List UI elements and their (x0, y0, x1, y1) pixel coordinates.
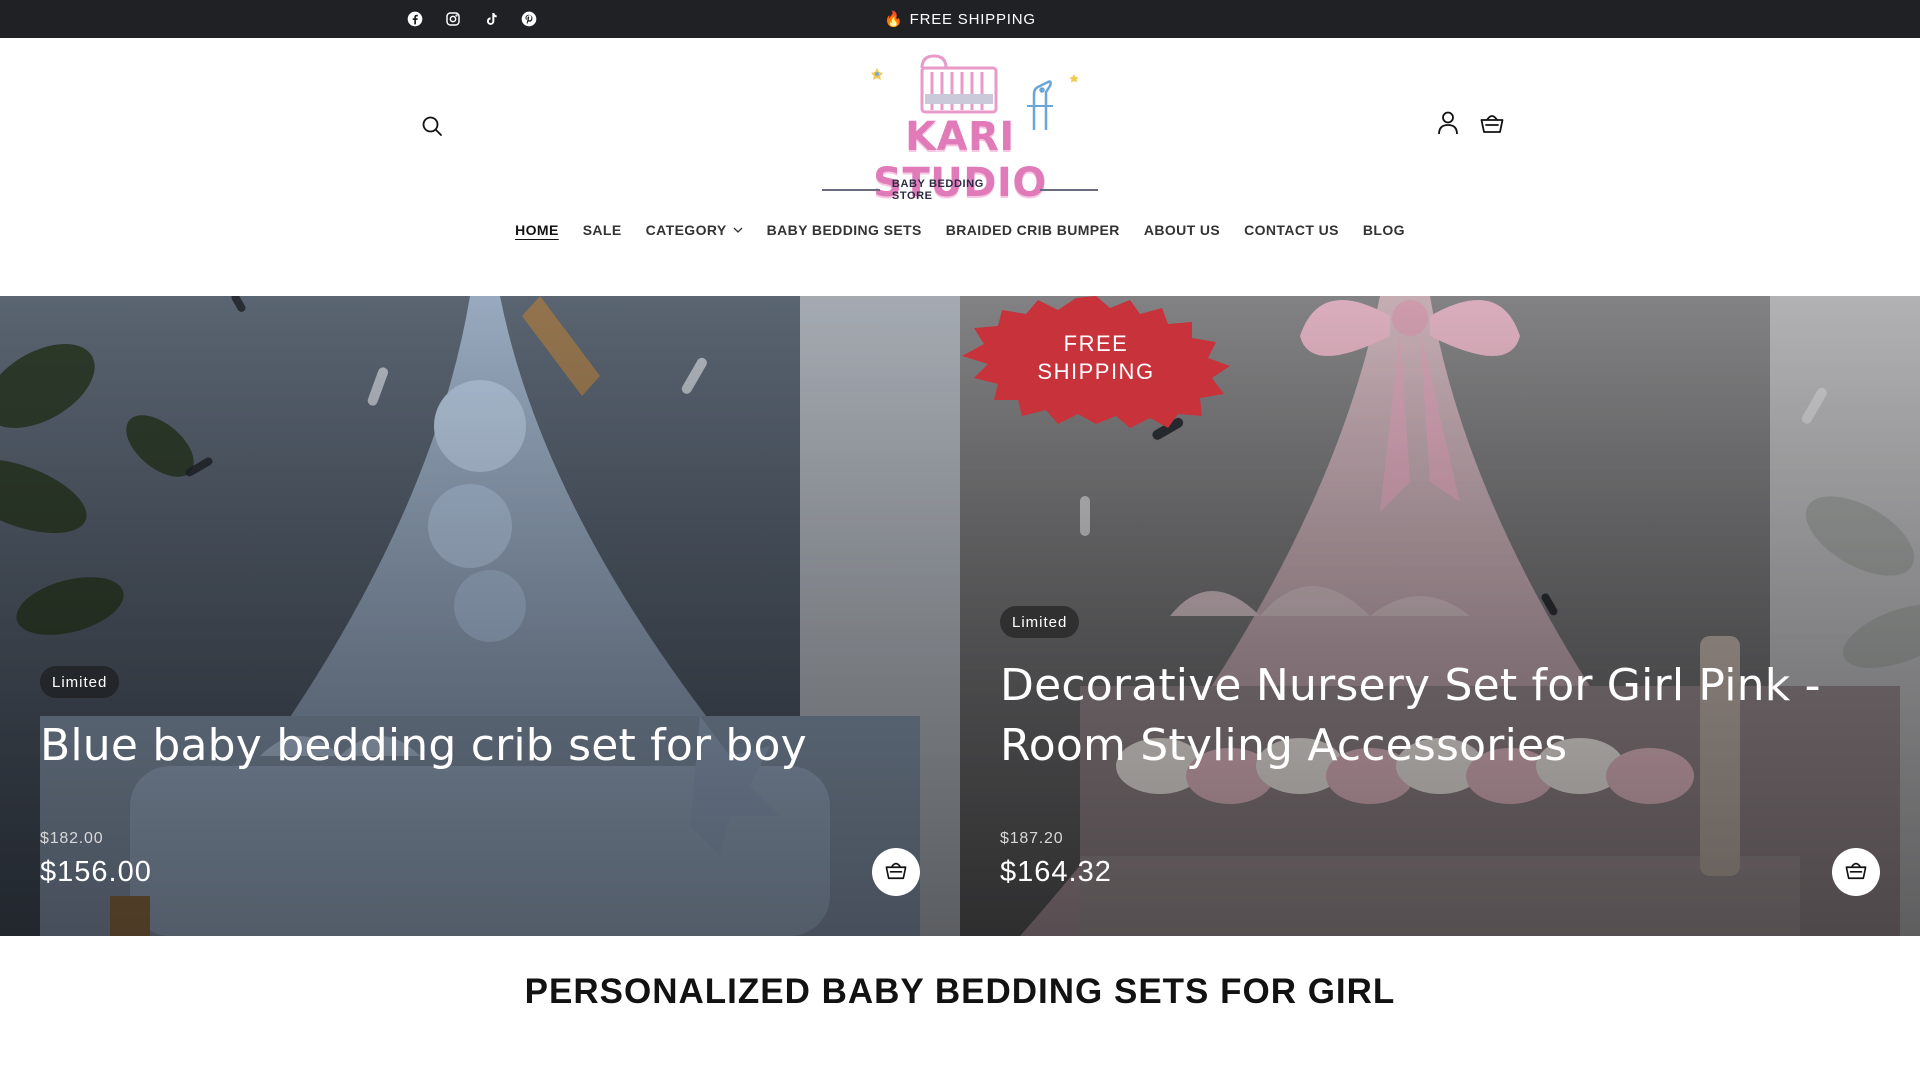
nav-label-contact-us: CONTACT US (1244, 222, 1339, 238)
nav-label-braided-crib-bumper: BRAIDED CRIB BUMPER (945, 222, 1120, 238)
nav-label-category: CATEGORY (645, 222, 727, 238)
limited-badge: Limited (40, 666, 120, 698)
logo-tagline-row: BABY BEDDING STORE (822, 178, 1098, 202)
nav-item-home[interactable]: HOME (503, 222, 571, 238)
search-icon[interactable] (418, 112, 446, 140)
site-header: KARI STUDIO BABY BEDDING STORE HOME SALE… (0, 38, 1920, 296)
ribbon-text: FREE SHIPPING (960, 330, 1232, 386)
nav-item-blog[interactable]: BLOG (1351, 222, 1417, 238)
nav-label-about-us: ABOUT US (1143, 222, 1221, 238)
add-to-cart-button[interactable] (1832, 848, 1880, 896)
hero-title: Blue baby bedding crib set for boy (40, 720, 807, 771)
hero-banner-pink-set[interactable]: FREE SHIPPING Limited Decorative Nursery… (960, 296, 1920, 936)
add-to-cart-button[interactable] (872, 848, 920, 896)
cart-icon (884, 859, 908, 886)
cart-icon[interactable] (1477, 108, 1507, 138)
main-navigation: HOME SALE CATEGORY BABY BEDDING SETS BRA… (0, 222, 1920, 238)
hero-overlay (0, 296, 960, 936)
hero-title-line-1: Decorative Nursery Set for Girl Pink - (1000, 660, 1821, 711)
nav-label-home: HOME (515, 222, 559, 238)
chevron-down-icon (733, 227, 743, 233)
nav-label-baby-bedding-sets: BABY BEDDING SETS (766, 222, 922, 238)
nav-item-category[interactable]: CATEGORY (634, 222, 755, 238)
nav-label-blog: BLOG (1362, 222, 1405, 238)
hero-title: Decorative Nursery Set for Girl Pink - R… (1000, 656, 1860, 776)
hero-title-line-2: Room Styling Accessories (1000, 720, 1568, 771)
announcement-text[interactable]: 🔥 FREE SHIPPING (0, 0, 1920, 38)
ribbon-line-1: FREE (1063, 331, 1129, 356)
ribbon-line-2: SHIPPING (1037, 359, 1155, 384)
nav-label-sale: SALE (582, 222, 622, 238)
section-title: PERSONALIZED BABY BEDDING SETS FOR GIRL (524, 972, 1396, 1011)
compare-at-price: $182.00 (40, 830, 104, 847)
fire-emoji: 🔥 (884, 11, 904, 28)
nav-item-baby-bedding-sets[interactable]: BABY BEDDING SETS (755, 222, 934, 238)
announcement-bar: 🔥 FREE SHIPPING (0, 0, 1920, 38)
sale-price: $156.00 (40, 856, 152, 888)
nav-item-contact-us[interactable]: CONTACT US (1232, 222, 1351, 238)
hero-banner-blue-set[interactable]: Limited Blue baby bedding crib set for b… (0, 296, 960, 936)
logo-divider-right (1040, 189, 1098, 191)
sale-price: $164.32 (1000, 856, 1112, 888)
free-shipping-ribbon: FREE SHIPPING (960, 296, 1232, 428)
nav-item-sale[interactable]: SALE (571, 222, 634, 238)
store-logo[interactable]: KARI STUDIO BABY BEDDING STORE (822, 50, 1098, 206)
cart-icon (1844, 859, 1868, 886)
limited-badge: Limited (1000, 606, 1080, 638)
compare-at-price: $187.20 (1000, 830, 1064, 847)
nav-item-about-us[interactable]: ABOUT US (1132, 222, 1232, 238)
announcement-label: FREE SHIPPING (909, 10, 1036, 28)
nav-item-braided-crib-bumper[interactable]: BRAIDED CRIB BUMPER (934, 222, 1132, 238)
logo-tagline: BABY BEDDING STORE (891, 178, 984, 202)
logo-divider-left (822, 189, 880, 191)
account-icon[interactable] (1433, 108, 1463, 138)
